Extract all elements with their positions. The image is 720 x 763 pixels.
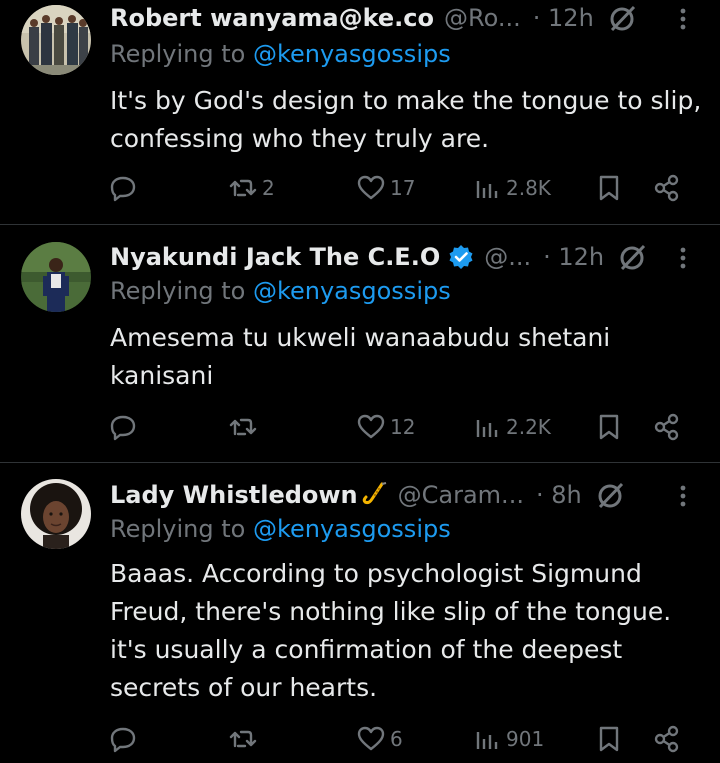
heart-icon (356, 724, 386, 754)
reply-button[interactable] (108, 409, 138, 445)
reply-tweet[interactable]: Lady Whistledown @Caram... · 8h Replying… (0, 463, 720, 763)
tweet-header: Lady Whistledown @Caram... · 8h (110, 478, 700, 512)
reply-tweet[interactable]: Robert wanyama@ke.co @Ro... · 12h Replyi… (0, 0, 720, 225)
bookmark-button[interactable] (594, 721, 624, 757)
views-icon (472, 173, 502, 203)
reply-button[interactable] (108, 170, 138, 206)
heart-icon (356, 412, 386, 442)
retweet-button[interactable] (228, 409, 262, 445)
like-count: 12 (390, 415, 416, 439)
grok-icon[interactable] (608, 3, 638, 33)
avatar[interactable] (21, 5, 91, 75)
replying-to-label: Replying to (110, 515, 246, 543)
tweet-text: Baaas. According to psychologist Sigmund… (110, 559, 672, 702)
action-bar: 12 2.2K (108, 409, 700, 445)
saxophone-icon (360, 481, 388, 509)
display-name[interactable]: Lady Whistledown (110, 481, 358, 509)
verified-badge-icon[interactable] (448, 244, 474, 270)
views-icon (472, 412, 502, 442)
display-name[interactable]: Nyakundi Jack The C.E.O (110, 243, 440, 271)
retweet-icon (228, 724, 258, 754)
timestamp[interactable]: · 12h (543, 243, 604, 271)
retweet-icon (228, 412, 258, 442)
views-count: 2.8K (506, 176, 551, 200)
views-icon (472, 724, 502, 754)
like-count: 6 (390, 727, 403, 751)
share-icon (652, 724, 682, 754)
tweet-header: Robert wanyama@ke.co @Ro... · 12h (110, 1, 700, 35)
views-button[interactable]: 2.2K (472, 409, 551, 445)
mention-link[interactable]: @kenyasgossips (253, 515, 451, 543)
reply-icon (108, 412, 138, 442)
more-options-icon[interactable] (668, 4, 698, 34)
views-count: 901 (506, 727, 545, 751)
reply-button[interactable] (108, 721, 138, 757)
user-handle[interactable]: @Caram... (398, 481, 524, 509)
share-icon (652, 173, 682, 203)
tweet-text: Amesema tu ukweli wanaabudu shetani kani… (110, 323, 611, 390)
action-bar: 2 17 2.8K (108, 170, 700, 206)
replying-to: Replying to @kenyasgossips (110, 515, 451, 543)
reply-tweet[interactable]: Nyakundi Jack The C.E.O @... · 12h Reply… (0, 225, 720, 463)
bookmark-button[interactable] (594, 170, 624, 206)
bookmark-icon (594, 724, 624, 754)
mention-link[interactable]: @kenyasgossips (253, 277, 451, 305)
share-button[interactable] (652, 170, 682, 206)
replying-to-label: Replying to (110, 40, 246, 68)
timestamp[interactable]: · 8h (536, 481, 582, 509)
views-button[interactable]: 2.8K (472, 170, 551, 206)
action-bar: 6 901 (108, 721, 700, 757)
user-handle[interactable]: @... (484, 243, 531, 271)
reply-icon (108, 724, 138, 754)
views-button[interactable]: 901 (472, 721, 544, 757)
more-options-icon[interactable] (668, 481, 698, 511)
replying-to: Replying to @kenyasgossips (110, 40, 451, 68)
share-icon (652, 412, 682, 442)
reply-icon (108, 173, 138, 203)
timestamp[interactable]: · 12h (533, 4, 594, 32)
bookmark-icon (594, 173, 624, 203)
avatar[interactable] (21, 242, 91, 312)
views-count: 2.2K (506, 415, 551, 439)
share-button[interactable] (652, 409, 682, 445)
avatar[interactable] (21, 479, 91, 549)
like-button[interactable]: 12 (356, 409, 415, 445)
like-count: 17 (390, 176, 416, 200)
retweet-count: 2 (262, 176, 275, 200)
user-handle[interactable]: @Ro... (444, 4, 521, 32)
bookmark-icon (594, 412, 624, 442)
like-button[interactable]: 6 (356, 721, 403, 757)
tweet-header: Nyakundi Jack The C.E.O @... · 12h (110, 240, 700, 274)
display-name[interactable]: Robert wanyama@ke.co (110, 4, 434, 32)
tweet-text: It's by God's design to make the tongue … (110, 86, 702, 153)
grok-icon[interactable] (618, 242, 648, 272)
retweet-button[interactable]: 2 (228, 170, 275, 206)
grok-icon[interactable] (596, 480, 626, 510)
mention-link[interactable]: @kenyasgossips (253, 40, 451, 68)
bookmark-button[interactable] (594, 409, 624, 445)
more-options-icon[interactable] (668, 243, 698, 273)
heart-icon (356, 173, 386, 203)
like-button[interactable]: 17 (356, 170, 415, 206)
replying-to-label: Replying to (110, 277, 246, 305)
retweet-icon (228, 173, 258, 203)
replying-to: Replying to @kenyasgossips (110, 277, 451, 305)
share-button[interactable] (652, 721, 682, 757)
retweet-button[interactable] (228, 721, 262, 757)
